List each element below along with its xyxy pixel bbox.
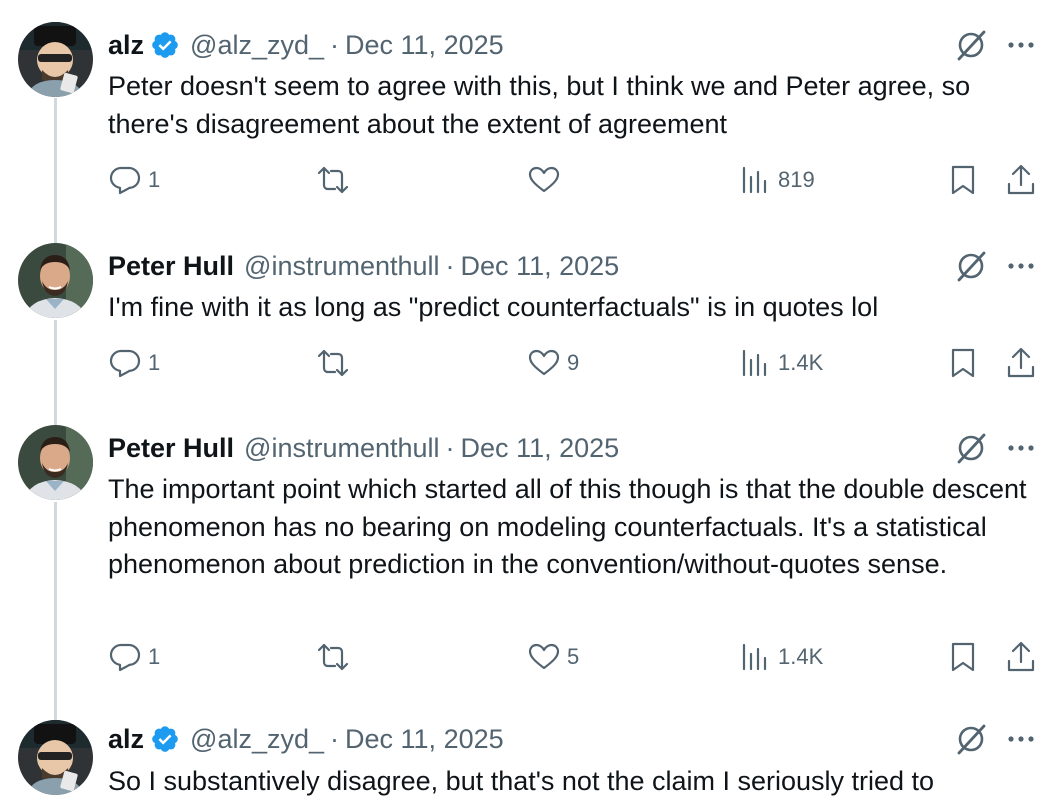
avatar[interactable] <box>18 22 93 97</box>
heart-icon <box>528 643 560 670</box>
views-button[interactable]: 1.4K <box>738 343 823 383</box>
like-button[interactable]: 5 <box>527 637 579 677</box>
views-icon <box>742 166 767 194</box>
bookmark-icon <box>951 642 975 672</box>
share-button[interactable] <box>1004 343 1038 383</box>
tweet[interactable]: Peter Hull @instrumenthull · Dec 11, 202… <box>0 243 1059 423</box>
author-name[interactable]: Peter Hull <box>108 431 234 465</box>
more-icon[interactable] <box>1006 32 1036 58</box>
bookmark-button[interactable] <box>946 343 980 383</box>
more-icon[interactable] <box>1006 435 1036 461</box>
like-button[interactable] <box>527 160 567 200</box>
share-icon <box>1007 641 1035 672</box>
avatar-alz-image <box>18 720 93 795</box>
action-bar: 1 819 <box>0 160 1059 200</box>
like-count: 9 <box>567 350 580 375</box>
author-name[interactable]: Peter Hull <box>108 249 234 283</box>
tweet[interactable]: alz @alz_zyd_ · Dec 11, 2025 So I substa… <box>0 720 1059 797</box>
avatar-peter-hull-image <box>18 243 93 318</box>
share-button[interactable] <box>1004 637 1038 677</box>
avatar[interactable] <box>18 425 93 500</box>
tweet[interactable]: Peter Hull @instrumenthull · Dec 11, 202… <box>0 425 1059 715</box>
bookmark-icon <box>951 165 975 195</box>
avatar-peter-hull-image <box>18 425 93 500</box>
reply-count: 1 <box>148 350 161 375</box>
retweet-button[interactable] <box>316 160 356 200</box>
action-bar: 1 9 1.4K <box>0 343 1059 383</box>
avatar-alz-image <box>18 22 93 97</box>
tweet[interactable]: alz @alz_zyd_ · Dec 11, 2025 Peter doesn… <box>0 22 1059 222</box>
grok-icon[interactable] <box>954 722 988 756</box>
separator-dot: · <box>330 724 340 754</box>
separator-dot: · <box>445 251 455 281</box>
author-handle[interactable]: @alz_zyd_ <box>190 28 324 62</box>
bookmark-button[interactable] <box>946 637 980 677</box>
tweet-date[interactable]: Dec 11, 2025 <box>345 722 504 756</box>
retweet-icon <box>317 349 349 377</box>
avatar[interactable] <box>18 720 93 795</box>
views-icon <box>742 643 767 671</box>
reply-icon <box>109 166 141 195</box>
views-button[interactable]: 1.4K <box>738 637 823 677</box>
tweet-text: Peter doesn't seem to agree with this, b… <box>108 71 971 139</box>
tweet-text: The important point which started all of… <box>108 474 1027 579</box>
separator-dot: · <box>445 433 455 463</box>
bookmark-icon <box>951 348 975 378</box>
retweet-button[interactable] <box>316 343 356 383</box>
conversation-feed: alz @alz_zyd_ · Dec 11, 2025 Peter doesn… <box>0 0 1059 797</box>
views-icon <box>742 349 767 377</box>
like-button[interactable]: 9 <box>527 343 579 383</box>
grok-icon[interactable] <box>954 249 988 283</box>
author-handle[interactable]: @alz_zyd_ <box>190 722 324 756</box>
reply-icon <box>109 643 141 672</box>
views-button[interactable]: 819 <box>738 160 815 200</box>
grok-icon[interactable] <box>954 28 988 62</box>
action-bar: 1 5 1.4K <box>0 637 1059 677</box>
heart-icon <box>528 166 560 193</box>
tweet-date[interactable]: Dec 11, 2025 <box>461 249 620 283</box>
heart-icon <box>528 349 560 376</box>
like-count: 5 <box>567 644 580 669</box>
share-button[interactable] <box>1004 160 1038 200</box>
verified-badge-icon[interactable] <box>150 30 180 60</box>
avatar[interactable] <box>18 243 93 318</box>
share-icon <box>1007 347 1035 378</box>
author-name[interactable]: alz <box>108 28 144 62</box>
tweet-text: So I substantively disagree, but that's … <box>108 766 935 796</box>
retweet-icon <box>317 643 349 671</box>
reply-button[interactable]: 1 <box>108 343 160 383</box>
tweet-date[interactable]: Dec 11, 2025 <box>345 28 504 62</box>
bookmark-button[interactable] <box>946 160 980 200</box>
retweet-icon <box>317 166 349 194</box>
view-count: 1.4K <box>778 644 824 669</box>
reply-button[interactable]: 1 <box>108 160 160 200</box>
share-icon <box>1007 164 1035 195</box>
view-count: 1.4K <box>778 350 824 375</box>
reply-count: 1 <box>148 644 161 669</box>
separator-dot: · <box>330 30 340 60</box>
author-handle[interactable]: @instrumenthull <box>244 431 440 465</box>
more-icon[interactable] <box>1006 253 1036 279</box>
author-handle[interactable]: @instrumenthull <box>244 249 440 283</box>
tweet-text: I'm fine with it as long as "predict cou… <box>108 292 879 322</box>
retweet-button[interactable] <box>316 637 356 677</box>
reply-button[interactable]: 1 <box>108 637 160 677</box>
tweet-date[interactable]: Dec 11, 2025 <box>461 431 620 465</box>
reply-count: 1 <box>148 167 161 192</box>
grok-icon[interactable] <box>954 431 988 465</box>
verified-badge-icon[interactable] <box>150 724 180 754</box>
author-name[interactable]: alz <box>108 722 144 756</box>
reply-icon <box>109 349 141 378</box>
view-count: 819 <box>778 167 815 192</box>
more-icon[interactable] <box>1006 726 1036 752</box>
